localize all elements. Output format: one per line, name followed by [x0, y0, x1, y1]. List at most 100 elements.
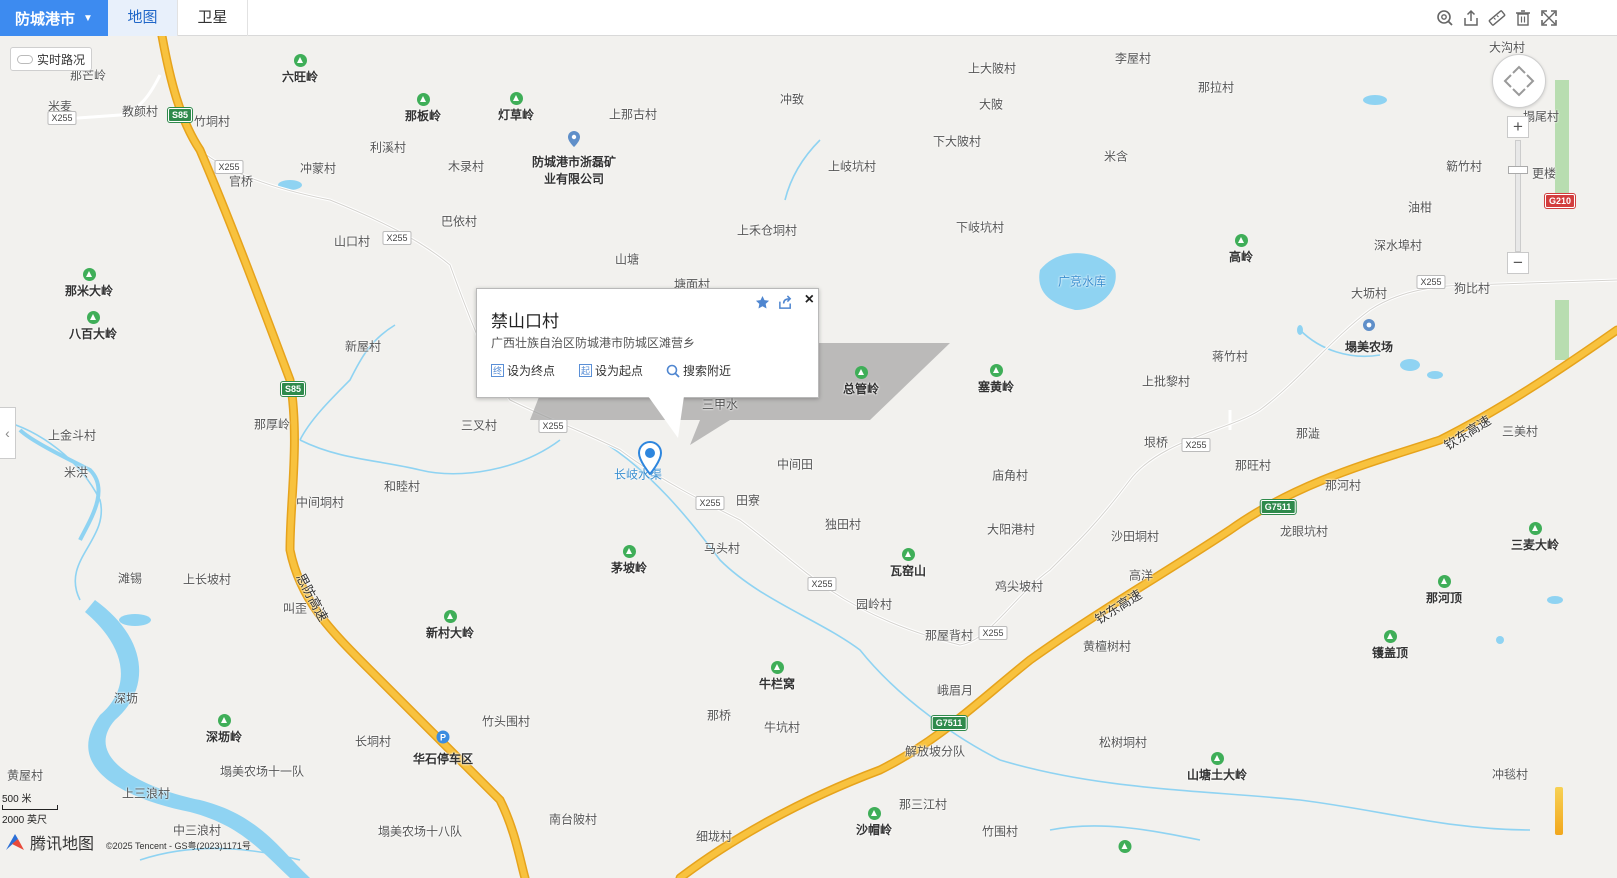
place-label: 鸡尖坡村 — [994, 579, 1044, 594]
place-label: 上岐坑村 — [827, 159, 877, 174]
place-label: 园岭村 — [855, 597, 893, 612]
poi-marker[interactable]: 防城港市浙磊矿业有限公司 — [529, 131, 619, 187]
tencent-logo-icon — [6, 834, 24, 850]
place-label: 滩锡 — [117, 571, 143, 586]
place-label: 中间垌村 — [295, 495, 345, 510]
highway-shield: G210 — [1543, 193, 1577, 209]
road-shield: X255 — [47, 111, 77, 125]
mountain-marker[interactable]: 总管岭 — [843, 366, 879, 397]
place-label: 三甲水 — [701, 397, 739, 412]
mountain-marker[interactable]: 新村大岭 — [426, 610, 474, 641]
place-label: 大陂 — [978, 97, 1004, 112]
road-shield: X255 — [382, 231, 412, 245]
scale-metric: 500 米 — [2, 794, 32, 805]
place-label: 沙田垌村 — [1110, 529, 1160, 544]
set-destination-button[interactable]: 终 设为终点 — [491, 362, 555, 379]
mountain-marker[interactable]: 茅坡岭 — [611, 545, 647, 576]
place-label: 冲毯村 — [1491, 767, 1529, 782]
traffic-label: 实时路况 — [36, 52, 85, 67]
road-shield: X255 — [1181, 438, 1211, 452]
mountain-marker[interactable]: 高岭 — [1229, 234, 1253, 265]
search-nearby-button[interactable]: 搜索附近 — [666, 362, 731, 379]
place-label: 垠桥 — [1143, 435, 1169, 450]
place-label: 南台陂村 — [548, 812, 598, 827]
water-label: 广竞水库 — [1057, 274, 1107, 289]
mountain-marker[interactable]: 沙帽岭 — [856, 807, 892, 838]
place-label: 黄檀树村 — [1082, 639, 1132, 654]
mountain-marker[interactable] — [1118, 840, 1132, 853]
scale-imperial: 2000 英尺 — [2, 815, 48, 826]
place-label: 深坜 — [113, 691, 139, 706]
mountain-icon — [86, 311, 100, 324]
road-shield: X255 — [978, 626, 1008, 640]
clear-icon[interactable] — [1514, 9, 1532, 27]
mountain-marker[interactable]: 牛栏窝 — [759, 661, 795, 692]
zoom-in-button[interactable]: + — [1507, 116, 1529, 138]
place-label: 李屋村 — [1114, 51, 1152, 66]
place-label: 塌美农场十八队 — [377, 824, 463, 839]
location-pin-icon[interactable] — [637, 440, 663, 480]
tab-map[interactable]: 地图 — [108, 0, 178, 36]
place-label: 那三江村 — [898, 797, 948, 812]
place-label: 独田村 — [824, 517, 862, 532]
search-ring-icon[interactable] — [1436, 9, 1454, 27]
place-label: 那河村 — [1324, 478, 1362, 493]
place-label: 米含 — [1103, 149, 1129, 164]
place-label: 竹头围村 — [481, 714, 531, 729]
mountain-marker[interactable]: 灯草岭 — [498, 92, 534, 123]
tab-satellite[interactable]: 卫星 — [178, 0, 248, 36]
highway-shield: S85 — [279, 381, 307, 397]
zoom-slider-track[interactable] — [1515, 140, 1521, 252]
mountain-marker[interactable]: 六旺岭 — [282, 54, 318, 85]
place-label: 解放坡分队 — [904, 744, 966, 759]
popup-title: 禁山口村 — [491, 312, 559, 331]
fullscreen-icon[interactable] — [1540, 9, 1558, 27]
place-label: 狗比村 — [1453, 281, 1491, 296]
share-icon[interactable] — [1462, 9, 1480, 27]
mountain-marker[interactable]: 镬盖顶 — [1372, 630, 1408, 661]
place-label: 那旺村 — [1234, 458, 1272, 473]
city-selector-button[interactable]: 防城港市 ▼ — [0, 0, 108, 36]
mountain-marker[interactable]: 瓦窑山 — [890, 548, 926, 579]
mountain-marker[interactable]: 塞黄岭 — [978, 364, 1014, 395]
popup-close-button[interactable]: × — [805, 291, 814, 309]
zoom-out-button[interactable]: − — [1507, 252, 1529, 274]
parking-icon: P — [436, 730, 450, 744]
overview-toggle[interactable] — [1555, 787, 1563, 835]
mountain-icon — [1210, 752, 1224, 765]
place-label: 上批黎村 — [1141, 374, 1191, 389]
mountain-marker[interactable]: 八百大岭 — [69, 311, 117, 342]
place-label: 马头村 — [703, 541, 741, 556]
city-name: 防城港市 — [15, 10, 76, 28]
place-label: 下大陂村 — [932, 134, 982, 149]
service-area-marker[interactable]: P 华石停车区 — [413, 730, 473, 767]
favorite-star-icon[interactable] — [755, 295, 770, 310]
collapse-panel-button[interactable]: ‹ — [0, 407, 16, 459]
location-icon — [1363, 319, 1375, 331]
start-point-icon: 起 — [579, 364, 592, 377]
mountain-marker[interactable]: 那板岭 — [405, 93, 441, 124]
place-label: 大阳港村 — [986, 522, 1036, 537]
place-label: 那厚岭 — [253, 417, 291, 432]
highway-shield: G7511 — [1259, 499, 1297, 515]
zoom-control: + − — [1507, 116, 1531, 276]
mountain-marker[interactable]: 三麦大岭 — [1511, 522, 1559, 553]
realtime-traffic-button[interactable]: 实时路况 — [10, 47, 92, 71]
zoom-slider-handle[interactable] — [1508, 166, 1528, 174]
place-label: 深水埠村 — [1373, 238, 1423, 253]
ruler-icon[interactable] — [1488, 9, 1506, 27]
place-label: 大沟村 — [1488, 40, 1526, 55]
poi-marker[interactable]: 塌美农场 — [1334, 318, 1404, 355]
set-origin-button[interactable]: 起 设为起点 — [579, 362, 643, 379]
logo-text: 腾讯地图 — [30, 836, 95, 853]
mountain-marker[interactable]: 那米大岭 — [65, 268, 113, 299]
place-label: 教颜村 — [121, 104, 159, 119]
place-label: 和睦村 — [383, 479, 421, 494]
place-label: 上长坡村 — [182, 572, 232, 587]
mountain-marker[interactable]: 山塘土大岭 — [1187, 752, 1247, 783]
mountain-marker[interactable]: 那河顶 — [1426, 575, 1462, 606]
share-icon[interactable] — [778, 295, 793, 310]
place-label: 叫歪 — [282, 601, 308, 616]
pan-control[interactable] — [1492, 54, 1546, 108]
mountain-marker[interactable]: 深坜岭 — [206, 714, 242, 745]
